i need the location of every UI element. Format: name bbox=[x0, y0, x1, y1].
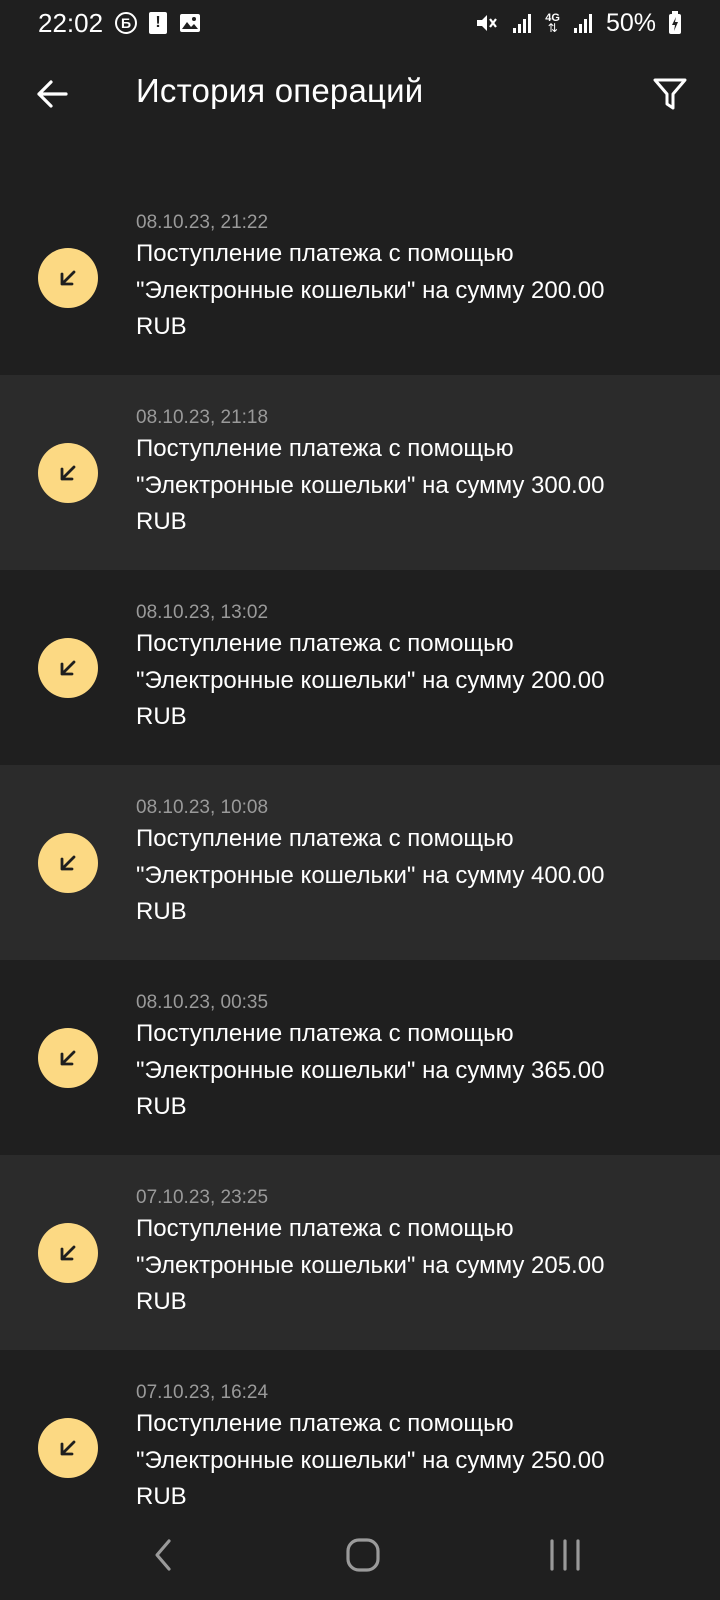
status-right: 4G ⇅ 50% bbox=[475, 9, 682, 38]
status-left: 22:02 Б ! bbox=[38, 8, 201, 39]
filter-button[interactable] bbox=[646, 66, 694, 122]
nav-recent-apps-icon bbox=[550, 1539, 580, 1571]
system-nav-bar bbox=[0, 1510, 720, 1600]
nav-back-button[interactable] bbox=[128, 1530, 198, 1580]
signal-4g-icon: 4G ⇅ bbox=[545, 12, 560, 35]
incoming-arrow-icon bbox=[38, 248, 98, 308]
incoming-arrow-icon bbox=[38, 1418, 98, 1478]
incoming-arrow-icon bbox=[38, 1223, 98, 1283]
filter-icon bbox=[653, 78, 687, 110]
operation-description: Поступление платежа с помощью "Электронн… bbox=[136, 435, 605, 535]
operation-row[interactable]: 08.10.23, 13:02 Поступление платежа с по… bbox=[0, 570, 720, 765]
signal-icon bbox=[511, 12, 533, 34]
operation-row[interactable]: 08.10.23, 21:22 Поступление платежа с по… bbox=[0, 180, 720, 375]
status-bar: 22:02 Б ! 4G ⇅ 50% bbox=[0, 0, 720, 46]
operation-row[interactable]: 08.10.23, 21:18 Поступление платежа с по… bbox=[0, 375, 720, 570]
operation-row[interactable]: 08.10.23, 00:35 Поступление платежа с по… bbox=[0, 960, 720, 1155]
nav-home-icon bbox=[346, 1538, 380, 1572]
operation-row[interactable]: 08.10.23, 10:08 Поступление платежа с по… bbox=[0, 765, 720, 960]
operation-date: 07.10.23, 16:24 bbox=[136, 1382, 269, 1403]
incoming-arrow-icon bbox=[38, 1028, 98, 1088]
operation-date: 08.10.23, 00:35 bbox=[136, 992, 269, 1013]
operation-date: 07.10.23, 23:25 bbox=[136, 1187, 269, 1208]
operation-description: Поступление платежа с помощью "Электронн… bbox=[136, 1215, 605, 1315]
nav-home-button[interactable] bbox=[328, 1530, 398, 1580]
operation-date: 08.10.23, 21:18 bbox=[136, 407, 269, 428]
incoming-arrow-icon bbox=[38, 443, 98, 503]
operation-description: Поступление платежа с помощью "Электронн… bbox=[136, 1410, 605, 1510]
mute-icon bbox=[475, 12, 499, 34]
image-icon bbox=[179, 13, 201, 33]
operation-date: 08.10.23, 13:02 bbox=[136, 602, 269, 623]
status-time: 22:02 bbox=[38, 7, 104, 38]
operation-description: Поступление платежа с помощью "Электронн… bbox=[136, 240, 605, 340]
battery-percent: 50% bbox=[605, 8, 656, 37]
incoming-arrow-icon bbox=[38, 638, 98, 698]
b-circle-icon: Б bbox=[115, 12, 138, 34]
nav-recent-apps-button[interactable] bbox=[530, 1530, 600, 1580]
incoming-arrow-icon bbox=[38, 833, 98, 893]
operation-date: 08.10.23, 21:22 bbox=[136, 212, 269, 233]
battery-charging-icon bbox=[668, 11, 682, 35]
app-bar: История операций bbox=[0, 46, 720, 146]
nav-back-icon bbox=[155, 1539, 171, 1571]
operation-description: Поступление платежа с помощью "Электронн… bbox=[136, 825, 605, 925]
page-title: История операций bbox=[136, 72, 424, 109]
operation-description: Поступление платежа с помощью "Электронн… bbox=[136, 630, 605, 730]
operation-row[interactable]: 07.10.23, 23:25 Поступление платежа с по… bbox=[0, 1155, 720, 1350]
operation-description: Поступление платежа с помощью "Электронн… bbox=[136, 1020, 605, 1120]
operations-list: 08.10.23, 21:22 Поступление платежа с по… bbox=[0, 180, 720, 1545]
operation-date: 08.10.23, 10:08 bbox=[136, 797, 269, 818]
back-button[interactable] bbox=[28, 66, 76, 122]
signal-icon-2 bbox=[572, 12, 594, 34]
arrow-left-icon bbox=[37, 80, 68, 108]
alert-icon: ! bbox=[149, 12, 168, 34]
